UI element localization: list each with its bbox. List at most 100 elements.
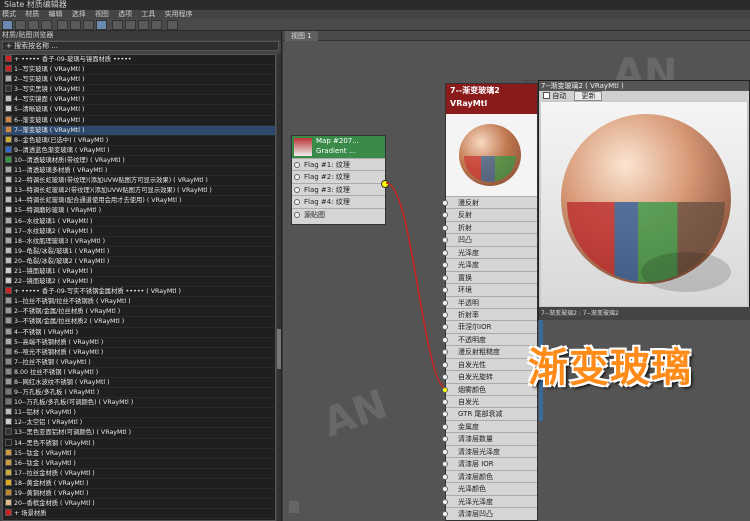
menu-item-view[interactable]: 视图 bbox=[95, 10, 109, 18]
select-tool-icon[interactable] bbox=[2, 20, 13, 30]
list-item[interactable]: + 场景材质 bbox=[3, 509, 275, 520]
layout-children-icon[interactable] bbox=[125, 20, 136, 30]
list-item[interactable]: 19--黄铜材质 ( VRayMtl ) bbox=[3, 489, 275, 500]
socket-icon[interactable] bbox=[442, 399, 448, 405]
list-item[interactable]: 11--铝材 ( VRayMtl ) bbox=[3, 408, 275, 419]
vraymtl-slot[interactable]: 自发光旋转 bbox=[442, 370, 537, 382]
socket-icon[interactable] bbox=[442, 436, 448, 443]
list-item[interactable]: 5--高端不锈钢材质 ( VRayMtl ) bbox=[3, 337, 275, 348]
socket-icon[interactable] bbox=[442, 486, 448, 493]
vraymtl-slot[interactable]: 金属度 bbox=[442, 419, 537, 432]
list-item[interactable]: 6--哑光不锈钢材质 ( VRayMtl ) bbox=[3, 347, 275, 358]
vraymtl-slot[interactable]: 反射 bbox=[442, 208, 537, 220]
socket-icon[interactable] bbox=[442, 498, 448, 505]
vraymtl-slot[interactable]: 漫反射 bbox=[442, 196, 537, 208]
vraymtl-slot[interactable]: 清漆层凹凸 bbox=[442, 506, 537, 519]
vraymtl-slot[interactable]: 烟雾颜色 bbox=[442, 382, 537, 395]
material-parameter-editor-icon[interactable] bbox=[138, 20, 149, 30]
list-item[interactable]: 3--写实黑镜 ( VRayMtl ) bbox=[3, 85, 275, 96]
select-by-material-icon[interactable] bbox=[151, 20, 162, 30]
list-item[interactable]: 14--特调长虹玻璃(配合通道使用会用才去使用) ( VRayMtl ) bbox=[3, 196, 275, 207]
menu-item-utilities[interactable]: 实用程序 bbox=[165, 10, 193, 18]
vraymtl-slot[interactable]: 菲涅尔IOR bbox=[442, 320, 537, 332]
list-item[interactable]: 5--清晰玻璃 ( VRayMtl ) bbox=[3, 105, 275, 116]
list-item[interactable]: 2--不锈钢/金属/拉丝材质 ( VRayMtl ) bbox=[3, 307, 275, 318]
auto-checkbox[interactable] bbox=[543, 92, 550, 99]
list-item[interactable]: 21--镜面玻璃1 ( VRayMtl ) bbox=[3, 266, 275, 278]
hide-unused-icon[interactable] bbox=[70, 20, 81, 30]
browser-scrollbar[interactable] bbox=[277, 54, 281, 521]
socket-icon[interactable] bbox=[442, 212, 448, 219]
vraymtl-node[interactable]: 7--渐变玻璃2 VRayMtl 漫反射 反射 折射 凹凸 光泽度 光泽度 置换 环境 半透明折… bbox=[442, 83, 538, 521]
list-item[interactable]: 4--不锈钢 ( VRayMtl ) bbox=[3, 327, 275, 338]
socket-icon[interactable] bbox=[442, 336, 448, 343]
socket-icon[interactable] bbox=[442, 262, 448, 269]
list-item[interactable]: + ••••• 香子-09-写实不锈钢金属材质 ••••• ( VRayMtl … bbox=[3, 287, 275, 298]
list-item[interactable]: 16--钛金 ( VRayMtl ) bbox=[3, 458, 275, 469]
list-item[interactable]: 1--写实玻璃 ( VRayMtl ) bbox=[3, 65, 275, 76]
list-item[interactable]: 10--万孔板/多孔板(可调颜色) ( VRayMtl ) bbox=[3, 398, 275, 409]
socket-icon[interactable] bbox=[442, 361, 448, 368]
list-item[interactable]: 6--渐变玻璃 ( VRayMtl ) bbox=[3, 115, 275, 126]
list-item[interactable]: 13--黑色亚面铝材(可调颜色) ( VRayMtl ) bbox=[3, 428, 275, 439]
material-list[interactable]: + ••••• 香子-09-玻璃与镜面材质 ••••• 1--写实玻璃 ( VRa… bbox=[2, 54, 276, 521]
list-item[interactable]: 11--清透玻璃多材质 ( VRayMtl ) bbox=[3, 166, 275, 177]
list-item[interactable]: 17--拉丝金材质 ( VRayMtl ) bbox=[3, 468, 275, 479]
layout-all-icon[interactable] bbox=[112, 20, 123, 30]
socket-icon[interactable] bbox=[442, 473, 448, 480]
list-item[interactable]: 1--拉丝不锈钢/拉丝不锈钢质 ( VRayMtl ) bbox=[3, 297, 275, 308]
delete-icon[interactable] bbox=[41, 20, 52, 30]
node-view[interactable]: 视图 1 AN AN Map #207... Gradient ... Flag… bbox=[283, 31, 750, 521]
vraymtl-slot[interactable]: 光泽颜色 bbox=[442, 482, 537, 494]
menu-item-tools[interactable]: 工具 bbox=[141, 10, 155, 18]
assign-material-icon[interactable] bbox=[28, 20, 39, 30]
list-item[interactable]: 22--镜面玻璃2 ( VRayMtl ) bbox=[3, 277, 275, 288]
list-item[interactable]: 8--金色玻璃(已选中) ( VRayMtl ) bbox=[3, 135, 275, 146]
scrollbar-thumb[interactable] bbox=[277, 329, 281, 369]
vraymtl-slot[interactable]: 凹凸 bbox=[442, 233, 537, 245]
show-map-icon[interactable] bbox=[83, 20, 94, 30]
list-item[interactable]: 9--清透蓝色渐变玻璃 ( VRayMtl ) bbox=[3, 145, 275, 156]
list-item[interactable]: 10--清透玻璃材质(带纹理) ( VRayMtl ) bbox=[3, 155, 275, 167]
vraymtl-slot[interactable]: 光泽光泽度 bbox=[442, 494, 537, 507]
list-item[interactable]: 13--特调长虹玻璃2(带纹理)(添加UVW贴图方可显示效果) ( VRayMt… bbox=[3, 186, 275, 197]
socket-icon[interactable] bbox=[442, 287, 448, 294]
list-item[interactable]: 12--太空铝 ( VRayMtl ) bbox=[3, 418, 275, 429]
move-children-icon[interactable] bbox=[57, 20, 68, 30]
socket-icon[interactable] bbox=[442, 324, 448, 331]
list-item[interactable]: 15--钛金 ( VRayMtl ) bbox=[3, 448, 275, 459]
socket-icon[interactable] bbox=[442, 386, 448, 393]
pause-icon[interactable] bbox=[289, 501, 299, 513]
list-item[interactable]: 9--万孔板/多孔板 ( VRayMtl ) bbox=[3, 388, 275, 399]
socket-icon[interactable] bbox=[442, 510, 448, 517]
show-background-icon[interactable] bbox=[96, 20, 107, 30]
socket-icon[interactable] bbox=[442, 237, 448, 244]
list-item[interactable]: 12--特调长虹玻璃(带纹理)(添加UVW贴图方可显示效果) ( VRayMtl… bbox=[3, 176, 275, 187]
menu-item-select[interactable]: 选择 bbox=[72, 10, 86, 18]
socket-icon[interactable] bbox=[442, 349, 448, 356]
list-item[interactable]: 3--不锈钢/金属/拉丝材质2 ( VRayMtl ) bbox=[3, 317, 275, 328]
vraymtl-slot[interactable]: 半透明 bbox=[442, 295, 537, 308]
menu-item-options[interactable]: 选项 bbox=[118, 10, 132, 18]
list-item[interactable]: 15--特调磨砂玻璃 ( VRayMtl ) bbox=[3, 206, 275, 217]
list-item[interactable]: 8--网红水波纹不锈钢 ( VRayMtl ) bbox=[3, 378, 275, 389]
list-item[interactable]: 16--水纹玻璃1 ( VRayMtl ) bbox=[3, 216, 275, 227]
menu-item-material[interactable]: 材质 bbox=[25, 10, 39, 18]
list-item[interactable]: 20--龟裂/冰裂/玻璃2 ( VRayMtl ) bbox=[3, 256, 275, 267]
socket-icon[interactable] bbox=[442, 299, 448, 306]
vraymtl-slot[interactable]: 置换 bbox=[442, 270, 537, 283]
socket-icon[interactable] bbox=[442, 249, 448, 256]
vraymtl-slot[interactable]: 清漆层 IOR bbox=[442, 457, 537, 469]
socket-icon[interactable] bbox=[442, 423, 448, 430]
list-item[interactable]: 20--香槟金材质 ( VRayMtl ) bbox=[3, 499, 275, 510]
socket-icon[interactable] bbox=[442, 411, 448, 418]
list-item[interactable]: 8.00 拉丝不锈钢 ( VRayMtl ) bbox=[3, 367, 275, 378]
vraymtl-slot[interactable]: 清漆层数量 bbox=[442, 432, 537, 444]
list-item[interactable]: 18--黄金材质 ( VRayMtl ) bbox=[3, 478, 275, 490]
update-button[interactable]: 更新 bbox=[574, 91, 603, 101]
list-item[interactable]: 7--渐变玻璃 ( VRayMtl ) bbox=[3, 125, 275, 136]
list-item[interactable]: 7--拉丝不锈钢 ( VRayMtl ) bbox=[3, 357, 275, 368]
list-item[interactable]: 2--写实玻璃 ( VRayMtl ) bbox=[3, 75, 275, 86]
list-item[interactable]: 4--写实镜面 ( VRayMtl ) bbox=[3, 95, 275, 106]
vraymtl-slot[interactable]: 光泽度 bbox=[442, 258, 537, 270]
